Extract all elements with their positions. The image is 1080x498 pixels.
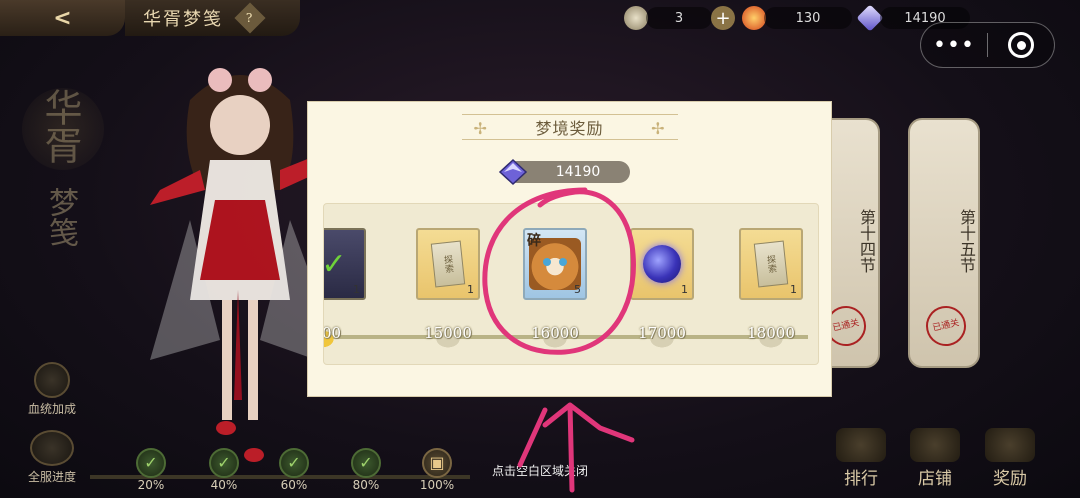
annotation-arrow xyxy=(517,402,635,493)
annotation-circle xyxy=(482,187,636,355)
annotation-overlay xyxy=(482,187,636,493)
